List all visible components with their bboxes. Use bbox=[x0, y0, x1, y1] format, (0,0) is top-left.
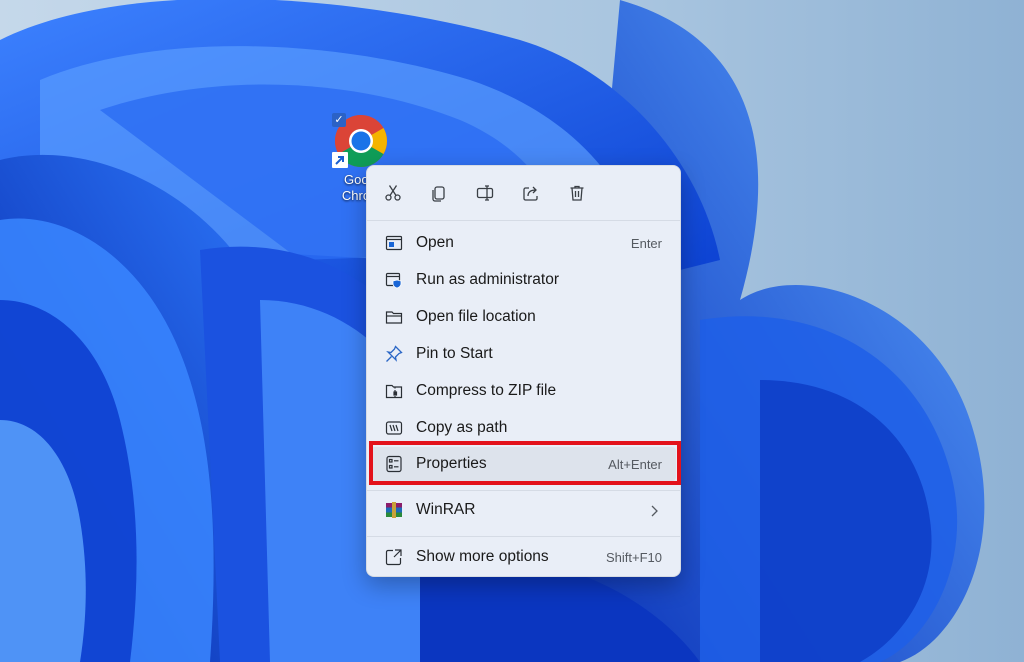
shield-window-icon bbox=[385, 272, 402, 289]
menu-item-winrar[interactable]: WinRAR bbox=[371, 493, 676, 527]
context-menu-toolbar bbox=[367, 166, 680, 221]
menu-item-label: WinRAR bbox=[416, 501, 476, 518]
delete-button[interactable] bbox=[563, 179, 591, 207]
copy-icon bbox=[432, 186, 445, 202]
properties-highlight-box bbox=[369, 441, 681, 485]
open-icon bbox=[385, 235, 403, 251]
context-menu: Open Enter Run as administrator Open fil… bbox=[366, 165, 681, 577]
chevron-right-icon bbox=[651, 505, 658, 517]
menu-item-label: Pin to Start bbox=[416, 345, 493, 362]
menu-item-shortcut: Enter bbox=[630, 236, 662, 251]
menu-item-label: Open file location bbox=[416, 308, 536, 325]
menu-item-compress-to-zip[interactable]: Compress to ZIP file bbox=[371, 374, 676, 408]
menu-item-label: Compress to ZIP file bbox=[416, 382, 557, 399]
menu-separator bbox=[367, 536, 680, 537]
winrar-icon bbox=[386, 502, 402, 518]
pin-icon bbox=[386, 345, 403, 362]
shortcut-arrow-icon bbox=[332, 152, 348, 168]
rename-icon bbox=[476, 185, 494, 201]
menu-separator bbox=[367, 490, 680, 491]
share-button[interactable] bbox=[517, 179, 545, 207]
share-icon bbox=[523, 186, 538, 201]
menu-item-open[interactable]: Open Enter bbox=[371, 226, 676, 260]
selection-checkbox-icon[interactable]: ✓ bbox=[332, 113, 346, 127]
menu-item-run-as-administrator[interactable]: Run as administrator bbox=[371, 263, 676, 297]
show-more-options-icon bbox=[385, 549, 402, 566]
copy-button[interactable] bbox=[425, 179, 453, 207]
delete-icon bbox=[570, 185, 584, 201]
menu-item-label: Show more options bbox=[416, 548, 549, 565]
cut-button[interactable] bbox=[379, 179, 407, 207]
folder-icon bbox=[385, 311, 403, 324]
menu-item-label: Run as administrator bbox=[416, 271, 560, 288]
menu-item-label: Copy as path bbox=[416, 419, 508, 436]
cut-icon bbox=[385, 185, 401, 201]
menu-item-copy-as-path[interactable]: Copy as path bbox=[371, 411, 676, 445]
menu-item-shortcut: Shift+F10 bbox=[605, 550, 662, 565]
copy-path-icon bbox=[385, 421, 403, 435]
menu-item-show-more-options[interactable]: Show more options Shift+F10 bbox=[371, 540, 676, 574]
menu-item-pin-to-start[interactable]: Pin to Start bbox=[371, 337, 676, 371]
menu-item-open-file-location[interactable]: Open file location bbox=[371, 300, 676, 334]
zip-folder-icon bbox=[385, 384, 403, 399]
menu-item-label: Open bbox=[416, 234, 454, 251]
rename-button[interactable] bbox=[471, 179, 499, 207]
